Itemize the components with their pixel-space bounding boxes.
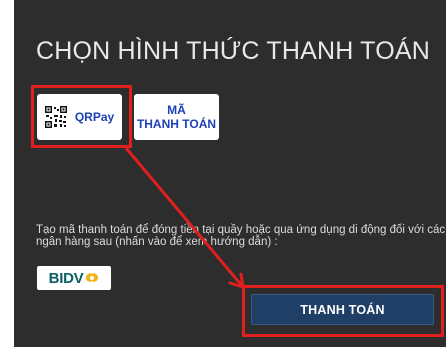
annotation-arrow-line xyxy=(124,147,245,288)
annotation-overlay xyxy=(124,147,245,289)
